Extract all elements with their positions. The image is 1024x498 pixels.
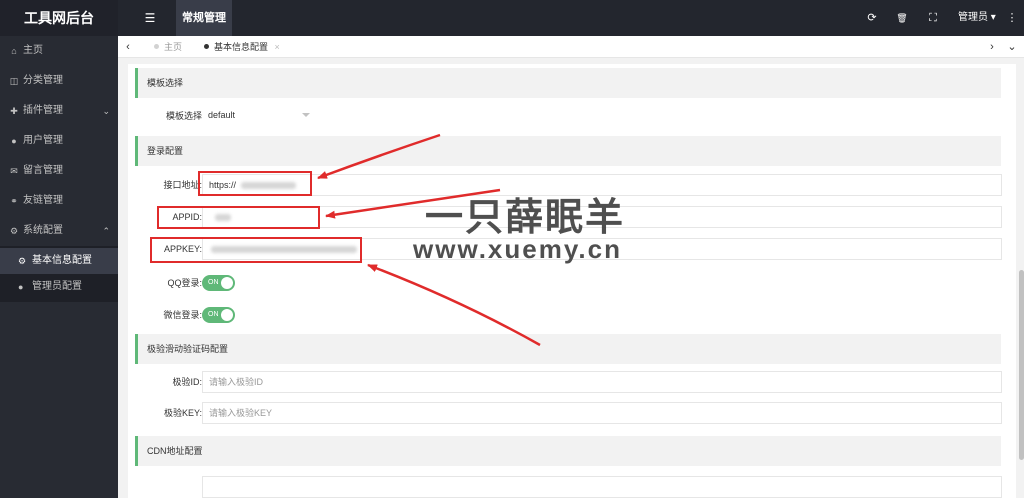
gear-icon: ⚙ [9, 226, 19, 236]
bookmark-icon: ◫ [9, 76, 19, 86]
watermark-url: www.xuemy.cn [413, 234, 622, 264]
sidebar-item-system-config[interactable]: ⚙ 系统配置 ⌃ [0, 216, 118, 246]
section-template: 模板选择 [135, 68, 1001, 98]
refresh-icon[interactable]: ⟳ [862, 0, 882, 36]
trash-icon[interactable]: 🗑 [892, 0, 912, 36]
sidebar-item-messages[interactable]: ✉ 留言管理 [0, 156, 118, 186]
cdn-input[interactable] [202, 476, 1002, 498]
sidebar: ⌂ 主页 ◫ 分类管理 ✚ 插件管理 ⌄ ● 用户管理 ✉ 留言管理 ⚭ 友链管… [0, 36, 118, 498]
chevron-down-icon: ⌄ [102, 106, 110, 116]
qq-login-toggle[interactable]: ON [202, 275, 235, 291]
sidebar-item-plugins[interactable]: ✚ 插件管理 ⌄ [0, 96, 118, 126]
menu-toggle-icon[interactable]: ☰ [138, 0, 162, 36]
sidebar-item-label: 插件管理 [23, 105, 63, 116]
sidebar-item-label: 分类管理 [23, 75, 63, 86]
more-icon[interactable]: ⋮ [1002, 0, 1022, 36]
tab-label: 基本信息配置 [214, 42, 269, 52]
section-cdn: CDN地址配置 [135, 436, 1001, 466]
sidebar-subitem-admin-config[interactable]: ● 管理员配置 [0, 274, 118, 300]
sidebar-item-links[interactable]: ⚭ 友链管理 [0, 186, 118, 216]
chevron-up-icon: ⌃ [102, 226, 110, 236]
sidebar-item-users[interactable]: ● 用户管理 [0, 126, 118, 156]
comment-icon: ✉ [10, 166, 18, 176]
toggle-knob [221, 277, 233, 289]
user-icon: ● [11, 136, 17, 146]
scrollbar[interactable] [1019, 60, 1024, 498]
toggle-knob [221, 309, 233, 321]
wechat-login-label: 微信登录: [163, 310, 202, 320]
geetest-key-input[interactable]: 请输入极验KEY [202, 402, 1002, 424]
toggle-text: ON [208, 311, 219, 318]
admin-menu[interactable]: 管理员 ▾ [958, 0, 996, 36]
wechat-login-toggle[interactable]: ON [202, 307, 235, 323]
tab-label: 主页 [164, 42, 183, 52]
sidebar-item-label: 友链管理 [23, 195, 63, 206]
sidebar-item-home[interactable]: ⌂ 主页 [0, 36, 118, 66]
tab-prev-icon[interactable]: ‹ [118, 36, 138, 58]
annotation-box-appkey [150, 237, 362, 263]
annotation-box-api [198, 171, 312, 196]
tab-dot-icon [204, 44, 209, 49]
sidebar-item-category[interactable]: ◫ 分类管理 [0, 66, 118, 96]
user-icon: ● [18, 282, 24, 292]
sidebar-submenu: ⚙ 基本信息配置 ● 管理员配置 [0, 246, 118, 302]
top-bar: 工具网后台 ☰ 常规管理 ⟳ 🗑 ⛶ 管理员 ▾ ⋮ [0, 0, 1024, 36]
tab-next-icon[interactable]: › [982, 36, 1002, 58]
tab-close-icon[interactable]: × [275, 42, 280, 52]
section-geetest: 极验滑动验证码配置 [135, 334, 1001, 364]
geetest-key-label: 极验KEY: [163, 408, 202, 418]
sidebar-item-label: 基本信息配置 [32, 255, 92, 266]
top-nav-general[interactable]: 常规管理 [176, 0, 232, 36]
form-panel: 模板选择 模板选择 default 登录配置 接口地址: https:// AP… [128, 64, 1016, 498]
geetest-id-label: 极验ID: [172, 377, 202, 387]
template-value: default [208, 110, 236, 120]
tab-dropdown-icon[interactable]: ⌄ [1002, 36, 1022, 58]
scrollbar-thumb[interactable] [1019, 270, 1024, 460]
chevron-down-icon [302, 113, 310, 117]
template-select[interactable]: default [202, 105, 316, 127]
toggle-text: ON [208, 279, 219, 286]
api-url-label: 接口地址: [163, 180, 202, 190]
sidebar-item-label: 管理员配置 [32, 281, 82, 292]
sidebar-item-label: 主页 [23, 45, 43, 56]
qq-login-label: QQ登录: [167, 278, 202, 288]
watermark-title: 一只薛眠羊 [425, 197, 626, 239]
fullscreen-icon[interactable]: ⛶ [923, 0, 943, 36]
template-label: 模板选择 [165, 111, 202, 121]
section-login: 登录配置 [135, 136, 1001, 166]
main-area: ‹ 主页 基本信息配置 × › ⌄ 模板选择 模板选择 default 登录配置… [118, 36, 1024, 498]
sidebar-item-label: 留言管理 [23, 165, 63, 176]
geetest-id-input[interactable]: 请输入极验ID [202, 371, 1002, 393]
tab-dot-icon [154, 44, 159, 49]
annotation-box-appid [157, 206, 320, 229]
tab-basic-info[interactable]: 基本信息配置 × [204, 36, 280, 58]
sidebar-subitem-basic-info[interactable]: ⚙ 基本信息配置 [0, 248, 118, 274]
puzzle-icon: ✚ [10, 106, 18, 116]
sidebar-item-label: 系统配置 [23, 225, 63, 236]
sidebar-item-label: 用户管理 [23, 135, 63, 146]
gear-icon: ⚙ [18, 256, 27, 266]
home-icon: ⌂ [11, 46, 17, 56]
link-icon: ⚭ [10, 196, 18, 206]
tab-bar: ‹ 主页 基本信息配置 × › ⌄ [118, 36, 1024, 58]
app-logo: 工具网后台 [0, 0, 118, 36]
tab-home[interactable]: 主页 [154, 36, 182, 58]
